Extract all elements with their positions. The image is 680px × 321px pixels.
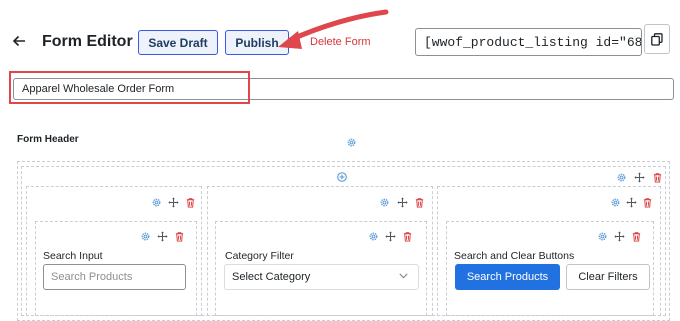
trash-icon[interactable] xyxy=(414,197,425,208)
back-arrow-icon[interactable] xyxy=(12,34,26,48)
trash-icon[interactable] xyxy=(174,231,185,242)
page-title: Form Editor xyxy=(42,33,133,50)
section-title: Form Header xyxy=(17,134,79,145)
move-icon[interactable] xyxy=(614,231,625,242)
gear-icon[interactable] xyxy=(151,197,162,208)
category-select[interactable]: Select Category xyxy=(224,264,419,290)
annotation-arrow-icon xyxy=(278,9,389,49)
trash-icon[interactable] xyxy=(185,197,196,208)
gear-icon[interactable] xyxy=(379,197,390,208)
trash-icon[interactable] xyxy=(642,197,653,208)
move-icon[interactable] xyxy=(634,172,645,183)
category-filter-label: Category Filter xyxy=(225,250,294,262)
clear-filters-button[interactable]: Clear Filters xyxy=(566,264,650,290)
trash-icon[interactable] xyxy=(652,172,663,183)
add-icon[interactable] xyxy=(337,172,347,182)
gear-icon[interactable] xyxy=(610,197,621,208)
move-icon[interactable] xyxy=(385,231,396,242)
copy-shortcode-button[interactable] xyxy=(644,24,670,54)
search-products-button[interactable]: Search Products xyxy=(455,264,560,290)
move-icon[interactable] xyxy=(168,197,179,208)
gear-icon[interactable] xyxy=(346,137,357,148)
move-icon[interactable] xyxy=(157,231,168,242)
gear-icon[interactable] xyxy=(368,231,379,242)
search-buttons-label: Search and Clear Buttons xyxy=(454,250,575,262)
move-icon[interactable] xyxy=(397,197,408,208)
search-input[interactable]: Search Products xyxy=(43,264,186,290)
chevron-down-icon xyxy=(399,273,408,279)
save-draft-button[interactable]: Save Draft xyxy=(138,30,218,55)
shortcode-field[interactable]: [wwof_product_listing id="683"] xyxy=(415,28,642,56)
move-icon[interactable] xyxy=(626,197,637,208)
trash-icon[interactable] xyxy=(402,231,413,242)
gear-icon[interactable] xyxy=(616,172,627,183)
copy-icon xyxy=(651,32,663,46)
gear-icon[interactable] xyxy=(597,231,608,242)
annotation-highlight-box xyxy=(9,71,250,104)
gear-icon[interactable] xyxy=(140,231,151,242)
trash-icon[interactable] xyxy=(631,231,642,242)
search-input-label: Search Input xyxy=(43,250,103,262)
